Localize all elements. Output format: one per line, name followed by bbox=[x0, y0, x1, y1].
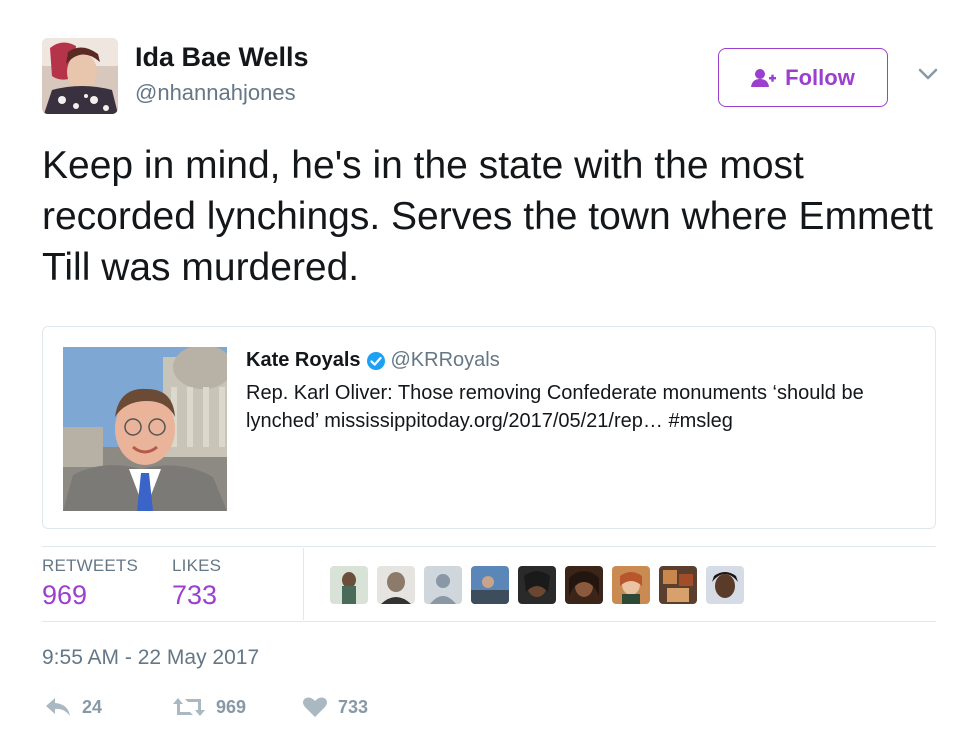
liker-avatar-7[interactable] bbox=[612, 566, 650, 604]
liker-avatar-6[interactable] bbox=[565, 566, 603, 604]
likes-count[interactable]: 733 bbox=[172, 580, 217, 611]
follow-button[interactable]: Follow bbox=[718, 48, 888, 107]
liker-avatar-8[interactable] bbox=[659, 566, 697, 604]
chevron-down-icon bbox=[918, 68, 938, 80]
reply-icon bbox=[46, 698, 70, 716]
heart-icon bbox=[303, 697, 327, 717]
author-display-name[interactable]: Ida Bae Wells bbox=[135, 42, 309, 73]
retweet-count: 969 bbox=[216, 696, 247, 717]
likes-label[interactable]: LIKES bbox=[172, 556, 221, 576]
verified-badge-icon bbox=[366, 351, 385, 370]
quoted-tweet-text: Rep. Karl Oliver: Those removing Confede… bbox=[246, 382, 864, 432]
follow-user-icon bbox=[751, 68, 777, 87]
liker-avatar-2[interactable] bbox=[377, 566, 415, 604]
like-count: 733 bbox=[338, 696, 369, 717]
divider-top bbox=[42, 546, 936, 547]
liker-avatar-4[interactable] bbox=[471, 566, 509, 604]
follow-button-label: Follow bbox=[785, 64, 855, 90]
quoted-author-name[interactable]: Kate Royals bbox=[246, 349, 361, 372]
author-handle[interactable]: @nhannahjones bbox=[135, 80, 296, 106]
retweets-count[interactable]: 969 bbox=[42, 580, 87, 611]
quoted-author-handle[interactable]: @KRRoyals bbox=[391, 349, 500, 372]
retweet-button[interactable]: 969 bbox=[172, 696, 246, 718]
reply-count: 24 bbox=[82, 696, 103, 717]
quoted-tweet-photo bbox=[63, 347, 227, 511]
author-avatar[interactable] bbox=[42, 38, 118, 114]
quoted-tweet-card[interactable]: Kate Royals @KRRoyals Rep. Karl Oliver: … bbox=[42, 326, 936, 529]
stats-separator bbox=[303, 548, 304, 620]
liker-avatar-3[interactable] bbox=[424, 566, 462, 604]
divider-bottom bbox=[42, 621, 936, 622]
tweet-text: Keep in mind, he's in the state with the… bbox=[42, 144, 933, 289]
liker-avatar-5[interactable] bbox=[518, 566, 556, 604]
reply-button[interactable]: 24 bbox=[44, 696, 102, 718]
liker-avatar-1[interactable] bbox=[330, 566, 368, 604]
retweet-icon bbox=[173, 698, 205, 716]
tweet-timestamp[interactable]: 9:55 AM - 22 May 2017 bbox=[42, 646, 259, 670]
retweets-label[interactable]: RETWEETS bbox=[42, 556, 138, 576]
liker-avatar-9[interactable] bbox=[706, 566, 744, 604]
avatar-photo bbox=[42, 38, 118, 114]
quoted-tweet-header: Kate Royals @KRRoyals bbox=[246, 349, 500, 372]
tweet-menu-button[interactable] bbox=[914, 62, 942, 86]
liker-avatars bbox=[330, 566, 744, 604]
portrait-photo bbox=[63, 347, 227, 511]
like-button[interactable]: 733 bbox=[302, 696, 368, 718]
